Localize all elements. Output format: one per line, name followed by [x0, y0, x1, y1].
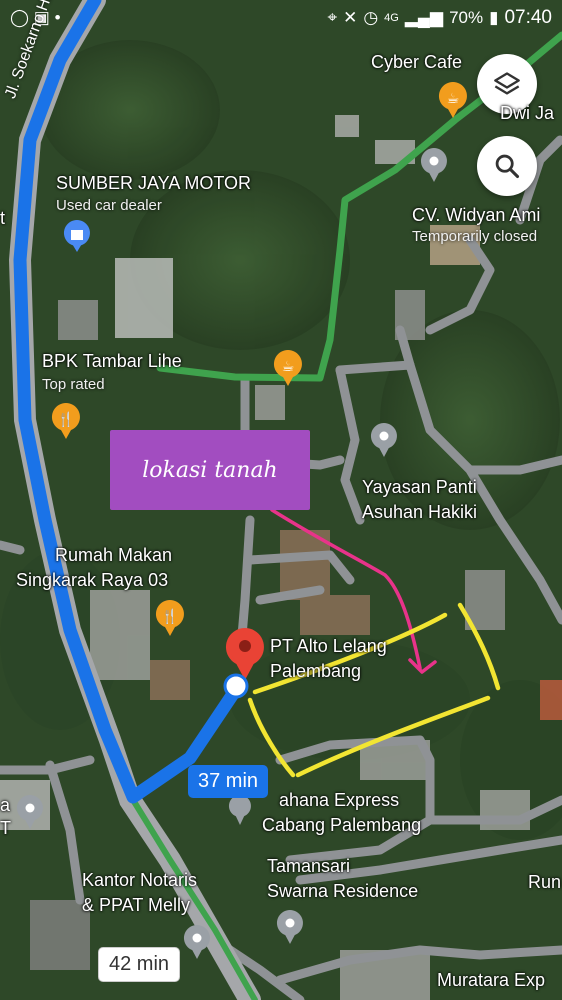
location-icon: ⌖ — [327, 8, 338, 27]
annotation-text: lokasi tanah — [142, 457, 278, 483]
place-label-express-1[interactable]: ahana Express — [279, 790, 399, 810]
svg-text:☕: ☕ — [282, 359, 295, 375]
place-label-edge-1[interactable]: a — [0, 795, 10, 815]
place-label-rumah-2[interactable]: Singkarak Raya 03 — [16, 570, 168, 590]
svg-text:🍴: 🍴 — [57, 411, 74, 428]
place-label-yayasan-2[interactable]: Asuhan Hakiki — [362, 502, 477, 522]
place-label-dwi[interactable]: Dwi Ja — [500, 103, 554, 123]
location-annotation: lokasi tanah — [110, 430, 310, 510]
route-start-dot — [223, 673, 249, 699]
more-dots-icon: • — [54, 8, 61, 27]
layers-icon — [494, 72, 520, 95]
eta-alternate-route[interactable]: 42 min — [98, 947, 181, 982]
place-label-widyan[interactable]: CV. Widyan Ami — [412, 205, 540, 225]
search-icon — [495, 154, 520, 179]
network-type: 4G — [384, 12, 399, 24]
place-label-express-2[interactable]: Cabang Palembang — [262, 815, 421, 835]
place-label-tamansari-1[interactable]: Tamansari — [267, 856, 350, 876]
place-label-yayasan-1[interactable]: Yayasan Panti — [362, 477, 477, 497]
alarm-icon: ◷ — [363, 8, 379, 27]
eta-primary-route[interactable]: 37 min — [188, 765, 269, 798]
place-label-bpk[interactable]: BPK Tambar Lihe — [42, 351, 182, 371]
place-sub-sumber-jaya: Used car dealer — [56, 197, 162, 214]
battery-percent: 70% — [449, 8, 484, 27]
battery-icon: ▮ — [489, 8, 499, 27]
whatsapp-icon: ◯ — [10, 8, 30, 27]
place-sub-widyan: Temporarily closed — [412, 228, 538, 245]
place-label-muratara[interactable]: Muratara Exp — [437, 970, 545, 990]
svg-text:🍴: 🍴 — [161, 608, 178, 625]
place-label-sumber-jaya[interactable]: SUMBER JAYA MOTOR — [56, 173, 251, 193]
mute-icon: ✕ — [343, 8, 358, 27]
place-label-cyber-cafe[interactable]: Cyber Cafe — [371, 52, 462, 72]
place-label-rumah-1[interactable]: Rumah Makan — [55, 545, 172, 565]
signal-icon: ▂▄▆ — [404, 8, 444, 27]
status-bar: ◯ ▣ • ⌖ ✕ ◷ 4G ▂▄▆ 70% ▮ 07:40 — [0, 0, 562, 36]
place-label-run[interactable]: Run — [528, 872, 561, 892]
place-label-tamansari-2[interactable]: Swarna Residence — [267, 881, 418, 901]
place-label-alto-2[interactable]: Palembang — [270, 661, 361, 681]
search-button[interactable] — [477, 136, 537, 196]
clock: 07:40 — [504, 7, 552, 28]
place-label-alto-1[interactable]: PT Alto Lelang — [270, 636, 387, 656]
place-label-edge-2[interactable]: T — [0, 818, 11, 838]
place-label-edge-t[interactable]: t — [0, 208, 5, 228]
svg-text:☕: ☕ — [447, 91, 460, 107]
place-sub-bpk: Top rated — [42, 376, 105, 393]
place-label-notaris-2[interactable]: & PPAT Melly — [82, 895, 190, 915]
place-label-notaris-1[interactable]: Kantor Notaris — [82, 870, 197, 890]
